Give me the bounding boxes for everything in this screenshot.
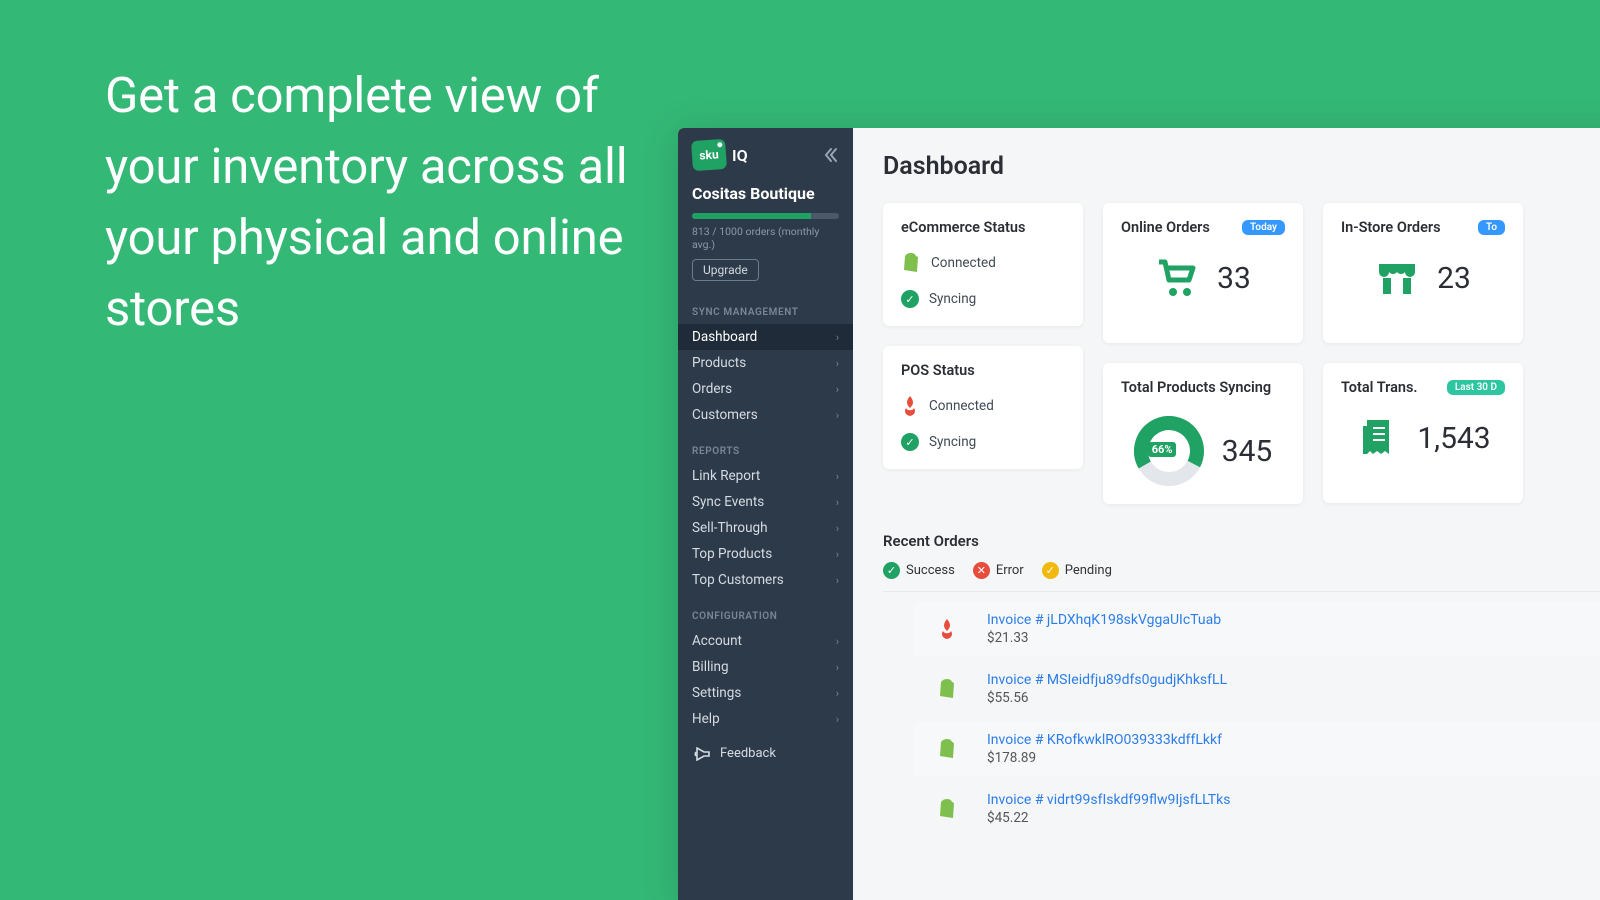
pending-icon: ✓ [1042, 562, 1059, 579]
lightspeed-icon [901, 395, 919, 417]
order-status-legend: ✓Success ✕Error ✓Pending [883, 562, 1600, 592]
invoice-link[interactable]: Invoice # KRofkwklRO039333kdffLkkf [987, 732, 1600, 748]
usage-progress [692, 213, 839, 219]
sidebar: sku IQ Cositas Boutique 813 / 1000 order… [678, 128, 853, 900]
card-online-orders: Online Orders Today 33 [1103, 203, 1303, 343]
donut-pct-label: 66% [1148, 442, 1177, 457]
page-title: Dashboard [883, 152, 1600, 181]
card-title: Total Products Syncing [1121, 379, 1285, 396]
pill-today: Today [1242, 220, 1285, 235]
invoice-amount: $178.89 [987, 750, 1600, 766]
app-logo: sku IQ [692, 140, 748, 170]
pill-last30: Last 30 D [1447, 380, 1505, 395]
shopify-icon [927, 738, 967, 760]
section-label-config: CONFIGURATION [678, 593, 853, 628]
card-ecommerce-status: eCommerce Status Connected ✓ Syncing [883, 203, 1083, 326]
cart-icon [1155, 256, 1199, 300]
bullhorn-icon [692, 747, 710, 761]
feedback-label: Feedback [720, 746, 776, 761]
shopify-icon [901, 252, 921, 274]
invoice-amount: $45.22 [987, 810, 1600, 826]
card-title: In-Store Orders [1341, 219, 1441, 236]
nav-sell-through[interactable]: Sell-Through› [678, 515, 853, 541]
hero-headline: Get a complete view of your inventory ac… [105, 60, 645, 344]
nav-customers[interactable]: Customers› [678, 402, 853, 428]
nav-link-report[interactable]: Link Report› [678, 463, 853, 489]
lightspeed-icon [927, 618, 967, 640]
recent-orders-title: Recent Orders [883, 532, 1600, 550]
metric-value: 345 [1222, 434, 1273, 469]
nav-top-products[interactable]: Top Products› [678, 541, 853, 567]
invoice-link[interactable]: Invoice # vidrt99sfIskdf99flw9IjsfLLTks [987, 792, 1600, 808]
order-row[interactable]: Invoice # MSIeidfju89dfs0gudjKhksfLL $55… [913, 662, 1600, 716]
invoice-amount: $21.33 [987, 630, 1600, 646]
store-icon [1375, 256, 1419, 300]
card-pos-status: POS Status Connected ✓ Syncing [883, 346, 1083, 469]
nav-account[interactable]: Account› [678, 628, 853, 654]
metric-value: 1,543 [1417, 421, 1490, 456]
logo-badge-icon: sku [691, 139, 727, 171]
success-icon: ✓ [883, 562, 900, 579]
nav-orders[interactable]: Orders› [678, 376, 853, 402]
chevron-double-left-icon [823, 147, 839, 163]
shopify-icon [927, 798, 967, 820]
metric-value: 33 [1217, 261, 1251, 296]
nav-top-customers[interactable]: Top Customers› [678, 567, 853, 593]
card-title: POS Status [901, 362, 1065, 379]
check-icon: ✓ [901, 433, 919, 451]
order-row[interactable]: Invoice # jLDXhqK198skVggaUIcTuab $21.33 [913, 602, 1600, 656]
feedback-button[interactable]: Feedback [678, 732, 853, 769]
section-label-reports: REPORTS [678, 428, 853, 463]
metric-value: 23 [1437, 261, 1471, 296]
shopify-icon [927, 678, 967, 700]
card-total-trans: Total Trans. Last 30 D 1,543 [1323, 363, 1523, 503]
pill-today: To [1478, 220, 1505, 235]
check-icon: ✓ [901, 290, 919, 308]
nav-dashboard[interactable]: Dashboard› [678, 324, 853, 350]
invoice-link[interactable]: Invoice # MSIeidfju89dfs0gudjKhksfLL [987, 672, 1600, 688]
logo-suffix: IQ [732, 146, 748, 165]
app-window: sku IQ Cositas Boutique 813 / 1000 order… [678, 128, 1600, 900]
card-title: Online Orders [1121, 219, 1210, 236]
invoice-amount: $55.56 [987, 690, 1600, 706]
nav-settings[interactable]: Settings› [678, 680, 853, 706]
usage-text: 813 / 1000 orders (monthly avg.) [692, 225, 839, 251]
card-instore-orders: In-Store Orders To 23 [1323, 203, 1523, 343]
store-name: Cositas Boutique [692, 184, 839, 203]
upgrade-button[interactable]: Upgrade [692, 259, 759, 281]
nav-products[interactable]: Products› [678, 350, 853, 376]
section-label-sync: SYNC MANAGEMENT [678, 289, 853, 324]
collapse-sidebar-button[interactable] [823, 147, 839, 163]
card-title: eCommerce Status [901, 219, 1065, 236]
nav-help[interactable]: Help› [678, 706, 853, 732]
nav-sync-events[interactable]: Sync Events› [678, 489, 853, 515]
donut-chart-icon: 66% [1134, 416, 1204, 486]
invoice-link[interactable]: Invoice # jLDXhqK198skVggaUIcTuab [987, 612, 1600, 628]
card-products-syncing: Total Products Syncing 66% 345 [1103, 363, 1303, 504]
card-title: Total Trans. [1341, 379, 1418, 396]
receipt-icon [1355, 416, 1399, 460]
recent-orders-section: Recent Orders ✓Success ✕Error ✓Pending I… [883, 532, 1600, 836]
main-content: Dashboard eCommerce Status Connected ✓ S… [853, 128, 1600, 900]
order-row[interactable]: Invoice # vidrt99sfIskdf99flw9IjsfLLTks … [913, 782, 1600, 836]
nav-billing[interactable]: Billing› [678, 654, 853, 680]
error-icon: ✕ [973, 562, 990, 579]
order-row[interactable]: Invoice # KRofkwklRO039333kdffLkkf $178.… [913, 722, 1600, 776]
